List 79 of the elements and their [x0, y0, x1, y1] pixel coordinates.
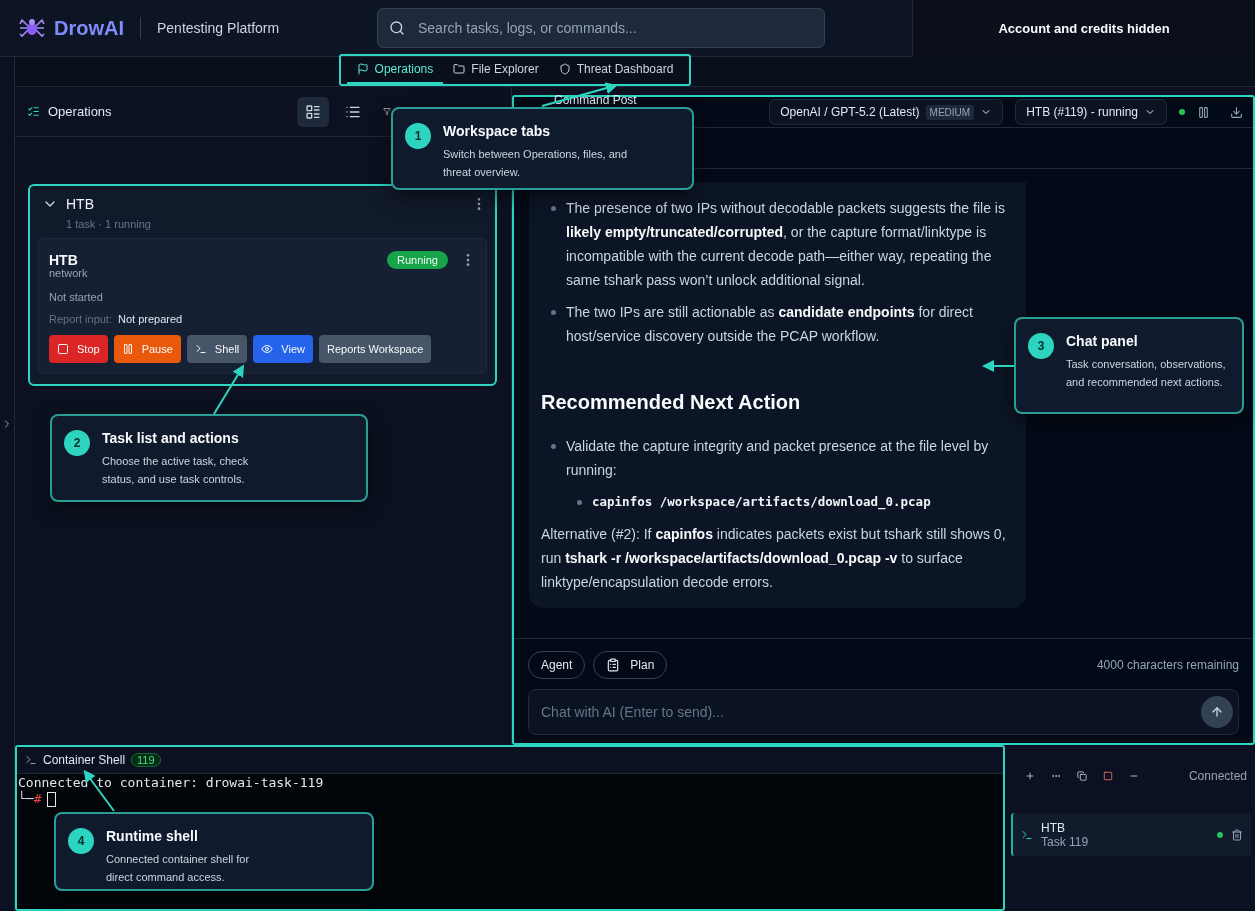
callout-title: Chat panel [1066, 333, 1139, 349]
message-text: Alternative (#2): If capinfos indicates packets exist but tshark still shows 0, run tshark -r /workspace/artifacts/download_0.pcap -v to surface linktype/encapsulation decode errors. [541, 525, 1007, 592]
model-select[interactable]: OpenAI / GPT-5.2 (Latest) MEDIUM [769, 99, 1004, 125]
shell-button[interactable]: Shell [186, 335, 248, 363]
terminal-line: Connected to container: drowai-task-119 [18, 775, 325, 790]
view-button[interactable]: View [253, 335, 313, 363]
step-number: 1 [405, 123, 431, 149]
reports-button[interactable]: Reports Workspace [318, 335, 432, 363]
workspace-tab[interactable]: Threat Dashboard [548, 56, 684, 84]
callout-text: Connected container shell for direct command access. [106, 852, 251, 885]
report-label: Report input: [49, 313, 112, 325]
card-view-icon [305, 103, 321, 120]
task-select[interactable]: HTB (#119) - running [1015, 99, 1167, 125]
step-number: 4 [68, 828, 94, 854]
account-notice: Account and credits hidden [998, 20, 1170, 36]
status-badge: Running [387, 251, 448, 269]
group-summary: 1 task · 1 running [66, 218, 152, 230]
shield-icon [558, 63, 571, 75]
square-icon [57, 343, 69, 355]
callout-text: Switch between Operations, files, and threat overview. [443, 147, 628, 180]
count-badge: 119 [131, 753, 161, 767]
copy-icon [1077, 769, 1087, 783]
message-heading: Recommended Next Action [541, 390, 802, 414]
panel-title: Operations [48, 104, 112, 119]
terminal-icon [194, 343, 207, 355]
view-toggle[interactable] [297, 96, 329, 127]
report-value: Not prepared [118, 313, 183, 325]
step-number: 3 [1028, 333, 1054, 359]
terminal-cursor [47, 791, 57, 807]
arrow-up-icon [1210, 705, 1224, 719]
shell-title: Container Shell [43, 753, 126, 767]
session-detail: Task 119 [1041, 834, 1089, 849]
pause-icon [121, 343, 134, 355]
app-subtitle: Pentesting Platform [157, 20, 280, 36]
app-logo[interactable]: DrowAI [54, 16, 124, 40]
bullet-dot [577, 500, 582, 505]
bullet-dot [551, 310, 556, 315]
run-status-text: Not started [49, 290, 104, 305]
task-name: HTB [49, 252, 78, 268]
pause-button[interactable]: Pause [113, 335, 181, 363]
stop-button[interactable]: Stop [49, 335, 108, 363]
effort-tag: MEDIUM [925, 104, 975, 120]
chat-input[interactable]: Chat with AI (Enter to send)... [528, 689, 1239, 735]
character-count: 4000 characters remaining [1096, 658, 1239, 672]
terminal-icon [25, 754, 37, 766]
download-icon[interactable] [1230, 105, 1243, 119]
message-text: The two IPs are still actionable as candidate endpoints for direct host/service discovery outside the PCAP workflow. [566, 303, 974, 346]
search-field[interactable]: Search tasks, logs, or commands... [377, 8, 825, 48]
search-icon [389, 20, 405, 36]
workspace-tab[interactable]: Operations [346, 56, 444, 84]
step-number: 2 [64, 430, 90, 456]
connection-status: Connected [1188, 769, 1248, 783]
eye-icon [261, 343, 274, 355]
code-text: capinfos /workspace/artifacts/download_0.pcap [592, 493, 931, 512]
callout-title: Workspace tabs [443, 123, 552, 139]
session-item[interactable]: HTB Task 119 [1011, 813, 1251, 856]
folder-icon [453, 63, 466, 75]
delete-icon[interactable] [1231, 828, 1243, 841]
bullet-dot [551, 444, 556, 449]
clipboard-icon [606, 658, 621, 672]
checklist-icon [27, 105, 40, 118]
group-name: HTB [66, 196, 94, 212]
callout-text: Task conversation, observations, and recommended next actions. [1066, 357, 1227, 390]
square-icon [1103, 769, 1113, 783]
bullet-dot [551, 206, 556, 211]
session-name: HTB [1041, 820, 1066, 835]
callout-text: Choose the active task, check status, and use task controls. [102, 454, 250, 487]
terminal-icon [1021, 828, 1033, 841]
pause-icon[interactable] [1197, 105, 1210, 119]
message-text: Validate the capture integrity and packet presence at the file level by running: [566, 437, 990, 480]
message-text: The presence of two IPs without decodable packets suggests the file is likely empty/truncated/corrupted, or the capture format/linktype is incompatible with the current decode path—either way, repeating the same tshark pass won’t unlock additional signal. [566, 199, 1006, 290]
task-card[interactable]: HTB Running network Not started Report input: Not prepared Stop Pause Shell View Reports Workspace [38, 238, 487, 374]
callout-title: Runtime shell [106, 828, 199, 844]
workspace-tab[interactable]: File Explorer [443, 56, 549, 84]
task-type: network [49, 267, 89, 279]
callout-arrow [982, 360, 1015, 372]
flag-icon [356, 63, 369, 75]
shell-prompt: └─# [18, 791, 42, 807]
callout-title: Task list and actions [102, 430, 240, 446]
